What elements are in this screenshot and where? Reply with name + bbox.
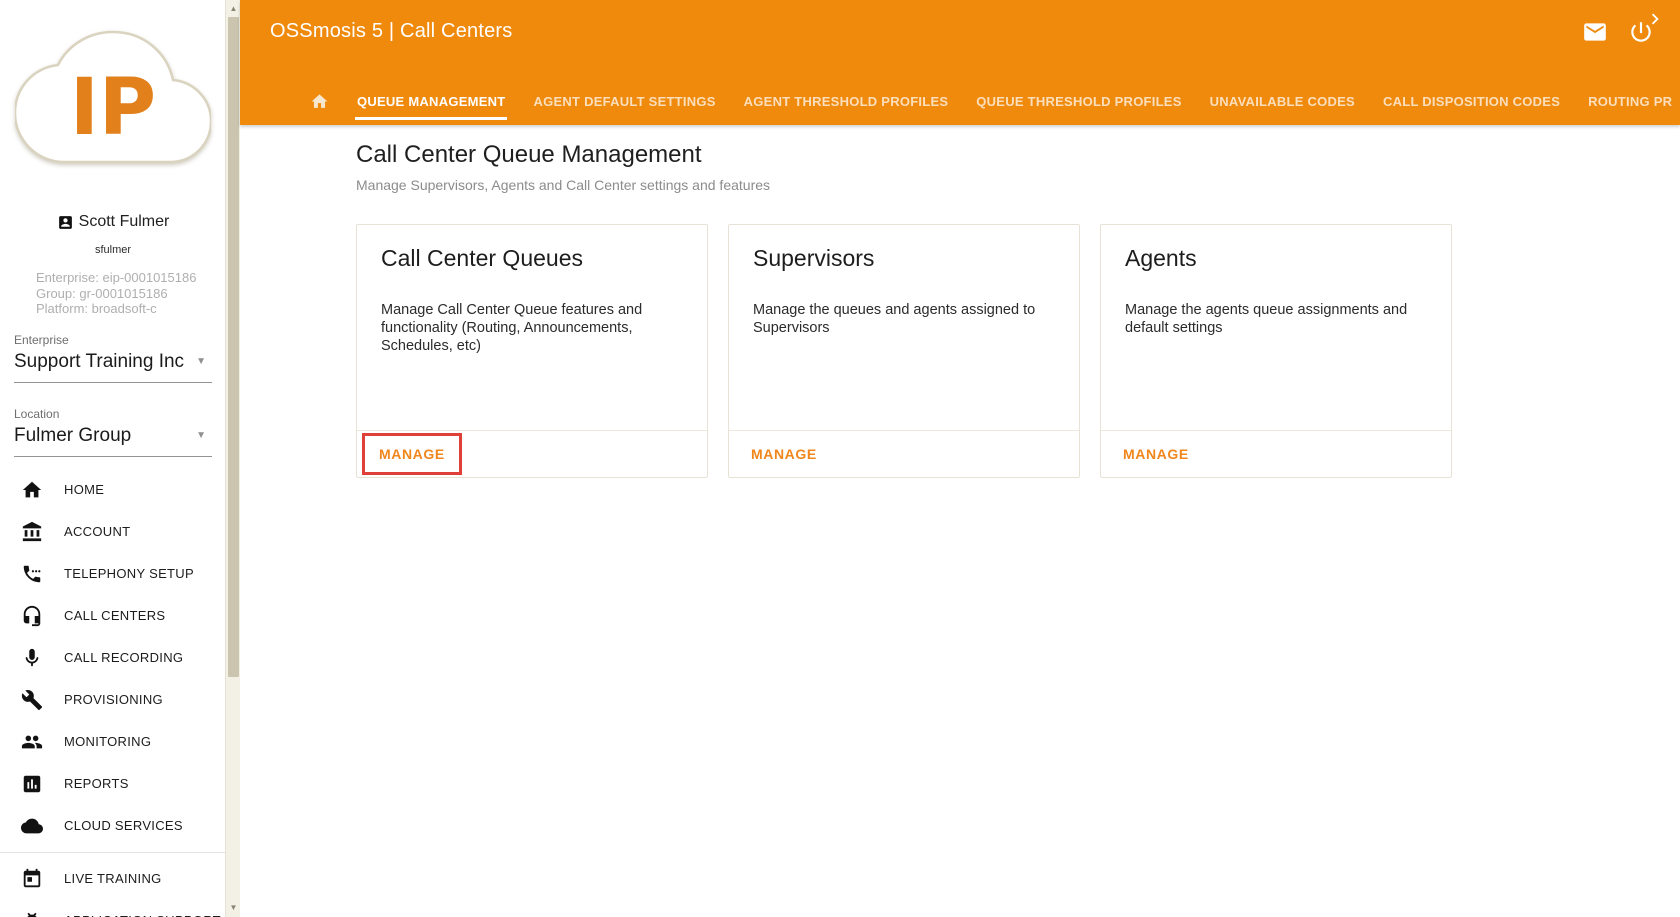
enterprise-select-group: Enterprise Support Training Inc ▼ [14,333,212,383]
company-logo: IP [13,22,213,173]
bar-chart-icon [21,773,43,795]
logo-ip-text: IP [70,63,156,153]
sidebar-item-telephony-setup[interactable]: TELEPHONY SETUP [0,553,226,595]
chevron-down-icon: ▼ [196,356,206,367]
card-footer: MANAGE [357,430,707,477]
bank-icon [21,521,43,543]
sidebar-item-account[interactable]: ACCOUNT [0,511,226,553]
card-agents: Agents Manage the agents queue assignmen… [1100,224,1452,478]
chevron-right-icon[interactable] [1644,8,1666,30]
sidebar-item-live-training[interactable]: LIVE TRAINING [0,858,226,900]
tab-agent-default-settings[interactable]: AGENT DEFAULT SETTINGS [531,82,717,120]
tab-queue-management[interactable]: QUEUE MANAGEMENT [355,82,508,120]
sidebar-nav: HOME ACCOUNT TELEPHONY SETUP CALL CENTER… [0,469,226,917]
phone-settings-icon [21,563,43,585]
card-description: Manage the queues and agents assigned to… [753,302,1036,336]
page-subtitle: Manage Supervisors, Agents and Call Cent… [356,177,771,193]
page-title: Call Center Queue Management [356,141,702,168]
sidebar-item-cloud-services[interactable]: CLOUD SERVICES [0,805,226,847]
manage-box: MANAGE [734,433,834,475]
sidebar-item-reports[interactable]: REPORTS [0,763,226,805]
app-header: OSSmosis 5 | Call Centers QUEUE MANAGEME… [240,0,1680,125]
user-username: sfulmer [94,244,132,256]
card-title: Agents [1125,245,1197,271]
nav-divider [0,851,226,853]
card-description: Manage the agents queue assignments and … [1125,302,1408,336]
location-select-label: Location [14,406,60,421]
sidebar-item-label: HOME [64,482,105,497]
user-details: Enterprise: eip-0001015186 Group: gr-000… [36,270,226,317]
home-icon [21,479,43,501]
sidebar-item-label: MONITORING [64,734,152,749]
sidebar-item-label: LIVE TRAINING [64,871,162,886]
cloud-icon [21,815,43,837]
enterprise-select-value: Support Training Inc [14,350,185,372]
user-enterprise-id: Enterprise: eip-0001015186 [36,270,197,285]
sidebar-scrollbar[interactable]: ▲ ▼ [225,0,240,917]
home-tab-icon[interactable] [310,92,329,111]
user-name: Scott Fulmer [78,213,170,230]
user-display: Scott Fulmer [0,213,226,231]
tab-bar: QUEUE MANAGEMENT AGENT DEFAULT SETTINGS … [240,81,1680,121]
card-footer: MANAGE [729,430,1079,477]
manage-box: MANAGE [1106,433,1206,475]
sidebar-item-application-support[interactable]: APPLICATION SUPPORT [0,900,226,917]
account-box-icon [58,215,72,229]
app-title: OSSmosis 5 | Call Centers [270,20,513,42]
sidebar-item-label: CALL RECORDING [64,650,184,665]
sidebar-item-label: CLOUD SERVICES [64,818,183,833]
card-title: Supervisors [753,245,875,271]
tab-queue-threshold-profiles[interactable]: QUEUE THRESHOLD PROFILES [974,82,1183,120]
sidebar-item-home[interactable]: HOME [0,469,226,511]
card-title: Call Center Queues [381,245,583,271]
sidebar-item-provisioning[interactable]: PROVISIONING [0,679,226,721]
scrollbar-down-arrow[interactable]: ▼ [226,901,241,915]
enterprise-select-label: Enterprise [14,332,69,347]
people-icon [21,731,43,753]
manage-agents-button[interactable]: MANAGE [1109,436,1203,472]
tab-routing-profiles[interactable]: ROUTING PR [1586,82,1674,120]
user-group-id: Group: gr-0001015186 [36,285,168,301]
tab-call-disposition-codes[interactable]: CALL DISPOSITION CODES [1381,82,1562,120]
sidebar-item-label: CALL CENTERS [64,608,166,623]
manage-supervisors-button[interactable]: MANAGE [737,436,831,472]
bug-icon [21,910,43,917]
card-footer: MANAGE [1101,430,1451,477]
sidebar-item-label: REPORTS [64,776,129,791]
sidebar-item-label: TELEPHONY SETUP [64,566,194,581]
wrench-icon [21,689,43,711]
user-platform: Platform: broadsoft-c [36,301,157,316]
mail-icon[interactable] [1582,19,1608,45]
sidebar: IP Scott Fulmer sfulmer Enterprise: eip-… [0,0,240,917]
enterprise-select[interactable]: Support Training Inc ▼ [14,348,212,383]
chevron-down-icon: ▼ [196,430,206,441]
sidebar-item-monitoring[interactable]: MONITORING [0,721,226,763]
manage-highlight-box: MANAGE [362,433,462,475]
location-select[interactable]: Fulmer Group ▼ [14,422,212,457]
card-supervisors: Supervisors Manage the queues and agents… [728,224,1080,478]
page-content: Call Center Queue Management Manage Supe… [240,125,1680,478]
card-description: Manage Call Center Queue features and fu… [381,302,643,354]
sidebar-item-label: PROVISIONING [64,692,163,707]
card-row: Call Center Queues Manage Call Center Qu… [356,224,1680,478]
sidebar-item-label: APPLICATION SUPPORT [64,913,221,917]
cloud-logo-icon: IP [13,30,213,164]
scrollbar-thumb[interactable] [228,17,239,677]
sidebar-item-call-recording[interactable]: CALL RECORDING [0,637,226,679]
sidebar-item-call-centers[interactable]: CALL CENTERS [0,595,226,637]
app-window: IP Scott Fulmer sfulmer Enterprise: eip-… [0,0,1680,917]
tab-unavailable-codes[interactable]: UNAVAILABLE CODES [1208,82,1357,120]
scrollbar-up-arrow[interactable]: ▲ [226,2,241,16]
card-call-center-queues: Call Center Queues Manage Call Center Qu… [356,224,708,478]
headset-icon [21,605,43,627]
manage-queues-button[interactable]: MANAGE [365,436,459,472]
main-area: OSSmosis 5 | Call Centers QUEUE MANAGEME… [240,0,1680,917]
location-select-group: Location Fulmer Group ▼ [14,407,212,457]
location-select-value: Fulmer Group [14,424,132,446]
sidebar-item-label: ACCOUNT [64,524,131,539]
tab-agent-threshold-profiles[interactable]: AGENT THRESHOLD PROFILES [742,82,951,120]
microphone-icon [21,647,43,669]
calendar-icon [21,868,43,890]
